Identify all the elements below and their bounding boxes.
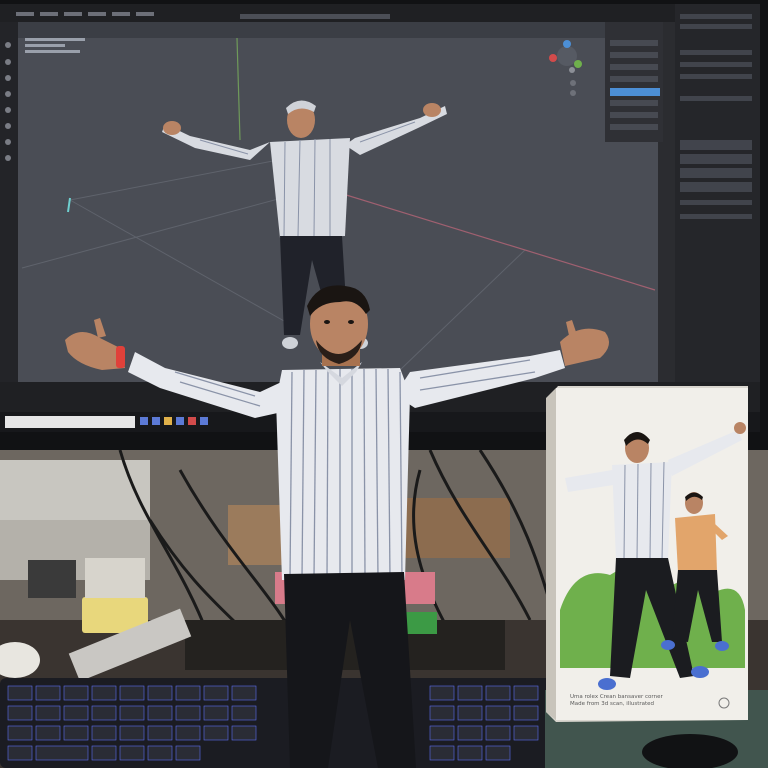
outliner-panel <box>675 4 760 384</box>
photo-scene <box>0 0 768 768</box>
green-object <box>405 612 437 634</box>
viewport-header <box>18 22 658 38</box>
wristband-icon <box>116 346 125 368</box>
product-box <box>546 386 748 722</box>
box-caption: Uma rolex Crean bansaver corner Made fro… <box>570 694 740 708</box>
white-tube <box>85 558 145 598</box>
active-row-highlight <box>610 88 660 96</box>
small-device <box>28 560 76 598</box>
taskbar-search <box>5 416 135 428</box>
box-sub-line: Made from 3d scan, illustrated <box>570 701 655 707</box>
box-title-line: Uma rolex Crean bansaver corner <box>570 694 663 700</box>
